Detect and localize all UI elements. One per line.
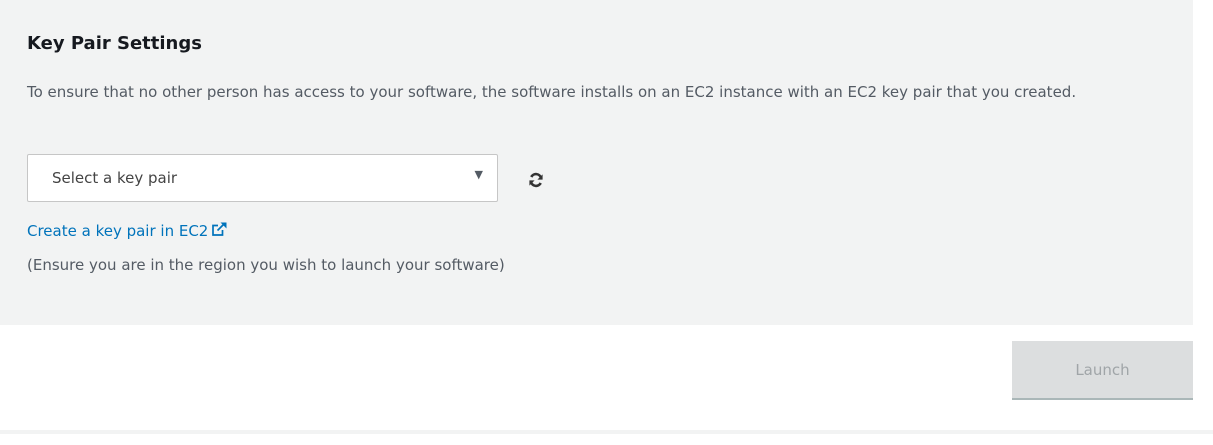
section-description: To ensure that no other person has acces… [27,83,1077,101]
caret-down-icon: ▼ [474,168,483,181]
key-pair-select[interactable]: Select a key pair ▼ [27,154,498,202]
key-pair-settings-panel: Key Pair Settings To ensure that no othe… [0,0,1193,325]
create-key-pair-link[interactable]: Create a key pair in EC2 [27,222,227,240]
key-pair-select-value: Select a key pair [52,169,178,187]
divider [0,430,1213,434]
region-note: (Ensure you are in the region you wish t… [27,256,505,274]
launch-button[interactable]: Launch [1012,341,1193,400]
section-title: Key Pair Settings [27,33,202,54]
create-key-pair-link-label: Create a key pair in EC2 [27,222,209,240]
refresh-button[interactable] [522,166,550,194]
refresh-icon [529,172,543,188]
external-link-icon [212,222,227,236]
